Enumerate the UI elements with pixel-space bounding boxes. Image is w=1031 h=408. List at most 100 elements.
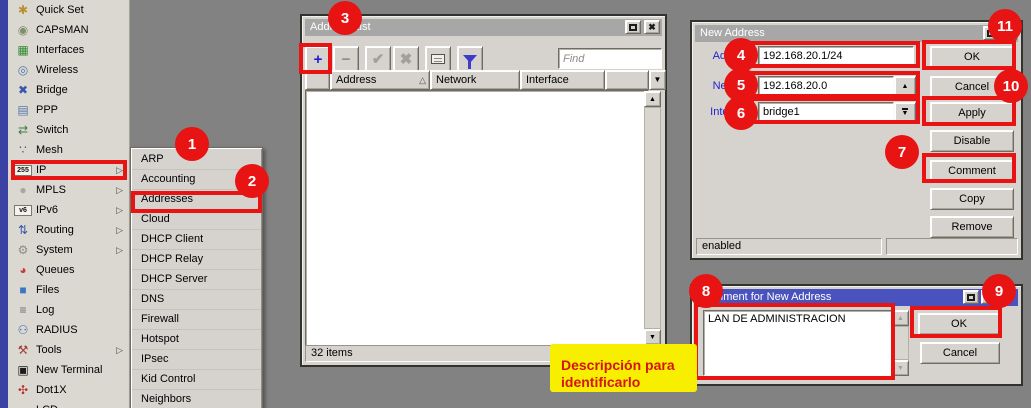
submenu-arrow-icon: ▷ xyxy=(116,345,123,356)
column-address[interactable]: Address △ xyxy=(330,70,430,90)
sidebar-item-wireless[interactable]: ◎Wireless xyxy=(8,60,129,80)
scrollbar-track[interactable] xyxy=(892,326,909,360)
sidebar-item-new-terminal[interactable]: ▣ New Terminal xyxy=(8,360,129,380)
filter-button[interactable] xyxy=(457,46,483,72)
terminal-icon: ▣ xyxy=(14,363,32,377)
address-list-rows[interactable] xyxy=(305,90,649,346)
network-up-arrow-button[interactable]: ▲ xyxy=(894,76,916,96)
menu-item-kid-control[interactable]: Kid Control xyxy=(132,370,261,390)
sidebar-item-ppp[interactable]: ▤PPP xyxy=(8,100,129,120)
ppp-icon: ▤ xyxy=(14,103,32,117)
sidebar-item-interfaces[interactable]: ▦Interfaces xyxy=(8,40,129,60)
menu-item-dhcp-client[interactable]: DHCP Client xyxy=(132,230,261,250)
dot1x-icon: ✣ xyxy=(14,383,32,397)
callout-badge-4: 4 xyxy=(724,38,758,72)
interface-dropdown-button[interactable]: ▼ xyxy=(894,102,916,122)
radius-icon: ⚇ xyxy=(14,323,32,337)
item-status-extra xyxy=(886,238,1018,255)
sidebar-item-label: CAPsMAN xyxy=(36,24,129,36)
sidebar-item-dot1x[interactable]: ✣ Dot1X xyxy=(8,380,129,400)
sidebar-item-tools[interactable]: ⚒ Tools▷ xyxy=(8,340,129,360)
column-interface[interactable]: Interface xyxy=(520,70,605,90)
enable-icon: ✔ xyxy=(372,50,385,68)
menu-item-dns[interactable]: DNS xyxy=(132,290,261,310)
sidebar-item-files[interactable]: ■ Files xyxy=(8,280,129,300)
maximize-icon xyxy=(967,294,975,301)
menu-item-dhcp-relay[interactable]: DHCP Relay xyxy=(132,250,261,270)
sidebar-item-ip[interactable]: 255IP▷ xyxy=(8,160,129,180)
scroll-up-button[interactable]: ▲ xyxy=(892,310,909,326)
sidebar-item-label: Tools xyxy=(36,344,129,356)
scroll-down-button[interactable]: ▼ xyxy=(892,360,909,376)
menu-item-ipsec[interactable]: IPsec xyxy=(132,350,261,370)
scroll-up-button[interactable]: ▲ xyxy=(644,91,661,107)
comment-button[interactable]: Comment xyxy=(930,160,1014,182)
switch-icon: ⇄ xyxy=(14,123,32,137)
remove-button[interactable]: Remove xyxy=(930,216,1014,238)
copy-button[interactable]: Copy xyxy=(930,188,1014,210)
column-network[interactable]: Network xyxy=(430,70,520,90)
tools-icon: ⚒ xyxy=(14,343,32,357)
column-filler[interactable] xyxy=(605,70,649,90)
main-menu-sidebar: ✱Quick Set◉CAPsMAN▦Interfaces◎Wireless✖B… xyxy=(8,0,130,408)
sidebar-item-mesh[interactable]: ∵Mesh xyxy=(8,140,129,160)
sidebar-item-ipv6[interactable]: v6IPv6▷ xyxy=(8,200,129,220)
menu-item-hotspot[interactable]: Hotspot xyxy=(132,330,261,350)
sidebar-item-label: New Terminal xyxy=(36,364,129,376)
comment-button[interactable] xyxy=(425,46,451,72)
sidebar-item-label: Interfaces xyxy=(36,44,129,56)
find-input[interactable] xyxy=(558,48,662,69)
callout-badge-6: 6 xyxy=(724,96,758,130)
scrollbar-track[interactable] xyxy=(644,107,661,329)
sidebar-item-queues[interactable]: ◕Queues xyxy=(8,260,129,280)
sidebar-item-system[interactable]: ⚙System▷ xyxy=(8,240,129,260)
menu-item-firewall[interactable]: Firewall xyxy=(132,310,261,330)
remove-icon: − xyxy=(342,51,351,68)
cancel-button[interactable]: Cancel xyxy=(920,342,1000,364)
column-selector[interactable] xyxy=(305,70,330,90)
address-list-column-header: Address △NetworkInterface ▼ xyxy=(305,70,661,90)
sidebar-item-switch[interactable]: ⇄Switch xyxy=(8,120,129,140)
sidebar-item-label: Wireless xyxy=(36,64,129,76)
sidebar-item-routing[interactable]: ⇅Routing▷ xyxy=(8,220,129,240)
sidebar-item-log[interactable]: ≡Log xyxy=(8,300,129,320)
maximize-button[interactable] xyxy=(963,290,979,304)
comment-textarea[interactable]: LAN DE ADMINISTRACION xyxy=(703,310,892,376)
add-button[interactable]: + xyxy=(305,46,331,72)
log-icon: ≡ xyxy=(14,303,32,317)
ok-button[interactable]: OK xyxy=(918,313,1000,335)
network-input[interactable] xyxy=(758,76,894,96)
add-icon: + xyxy=(314,51,323,68)
sort-ascending-icon: △ xyxy=(419,71,426,89)
address-input[interactable] xyxy=(758,46,914,66)
sidebar-item-lcd[interactable]: ▭LCD xyxy=(8,400,129,408)
scroll-down-button[interactable]: ▼ xyxy=(644,329,661,345)
submenu-arrow-icon: ▷ xyxy=(116,245,123,256)
ipv6-icon: v6 xyxy=(14,205,32,216)
disable-button[interactable]: Disable xyxy=(930,130,1014,152)
menu-item-cloud[interactable]: Cloud xyxy=(132,210,261,230)
close-button[interactable]: ✖ xyxy=(644,20,660,34)
enable-button[interactable]: ✔ xyxy=(365,46,391,72)
sidebar-item-label: Quick Set xyxy=(36,4,129,16)
sidebar-item-label: Files xyxy=(36,284,129,296)
chevron-down-icon: ▼ xyxy=(654,71,662,89)
callout-badge-9: 9 xyxy=(982,274,1016,308)
sidebar-item-mpls[interactable]: ●MPLS▷ xyxy=(8,180,129,200)
comment-note-icon xyxy=(431,54,445,64)
remove-button[interactable]: − xyxy=(333,46,359,72)
sidebar-item-quick-set[interactable]: ✱Quick Set xyxy=(8,0,129,20)
sidebar-item-capsman[interactable]: ◉CAPsMAN xyxy=(8,20,129,40)
maximize-button[interactable] xyxy=(625,20,641,34)
menu-item-dhcp-server[interactable]: DHCP Server xyxy=(132,270,261,290)
menu-item-neighbors[interactable]: Neighbors xyxy=(132,390,261,408)
column-dropdown-button[interactable]: ▼ xyxy=(649,70,666,90)
interface-select[interactable] xyxy=(758,102,894,122)
filter-funnel-icon xyxy=(463,55,477,63)
files-folder-icon: ■ xyxy=(14,283,32,297)
routing-icon: ⇅ xyxy=(14,223,32,237)
sidebar-item-label: Dot1X xyxy=(36,384,129,396)
sidebar-item-radius[interactable]: ⚇RADIUS xyxy=(8,320,129,340)
sidebar-item-bridge[interactable]: ✖Bridge xyxy=(8,80,129,100)
disable-button[interactable]: ✖ xyxy=(393,46,419,72)
